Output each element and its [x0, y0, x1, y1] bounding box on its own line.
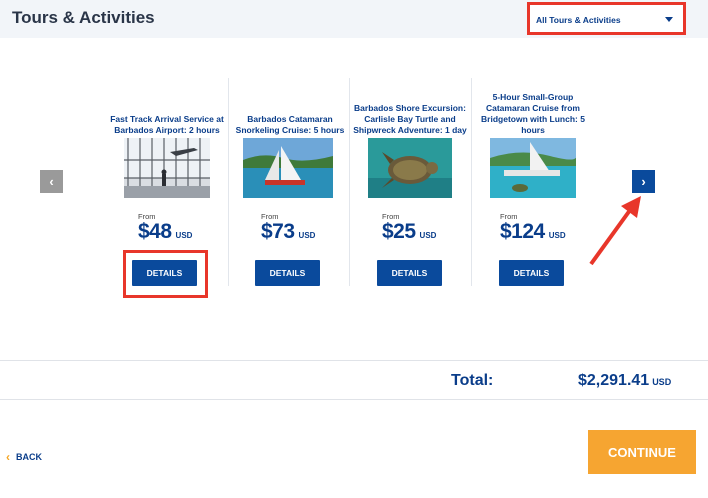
- section-divider: [0, 360, 708, 361]
- continue-button[interactable]: CONTINUE: [588, 430, 696, 474]
- tour-image-catamaran-bay[interactable]: [490, 138, 576, 198]
- tour-filter-select[interactable]: All Tours & Activities: [536, 11, 677, 28]
- details-button[interactable]: DETAILS: [255, 260, 320, 286]
- caret-down-icon: [665, 17, 673, 22]
- tour-card: 5-Hour Small-Group Catamaran Cruise from…: [472, 76, 594, 286]
- details-button[interactable]: DETAILS: [377, 260, 442, 286]
- details-button[interactable]: DETAILS: [499, 260, 564, 286]
- price-currency: USD: [548, 231, 566, 240]
- tour-title[interactable]: Barbados Shore Excursion: Carlisle Bay T…: [350, 76, 470, 136]
- price-currency: USD: [419, 231, 437, 240]
- tour-title[interactable]: 5-Hour Small-Group Catamaran Cruise from…: [472, 76, 594, 136]
- price: $124 USD: [500, 220, 566, 244]
- carousel-prev-button[interactable]: ‹: [40, 170, 63, 193]
- tour-image-airport[interactable]: [124, 138, 210, 198]
- tour-card: Barbados Shore Excursion: Carlisle Bay T…: [350, 76, 470, 286]
- chevron-left-icon: ‹: [49, 174, 54, 189]
- back-link[interactable]: ‹ BACK: [6, 450, 42, 464]
- price: $48 USD: [138, 220, 192, 244]
- chevron-left-icon: ‹: [6, 450, 10, 464]
- price-currency: USD: [175, 231, 193, 240]
- tour-image-turtle[interactable]: [368, 138, 452, 198]
- chevron-right-icon: ›: [641, 174, 646, 189]
- details-highlight: [123, 250, 208, 298]
- price: $25 USD: [382, 220, 436, 244]
- annotation-arrow-icon: [589, 196, 641, 266]
- price: $73 USD: [261, 220, 315, 244]
- price-value: $48: [138, 220, 172, 243]
- tour-title[interactable]: Fast Track Arrival Service at Barbados A…: [106, 76, 228, 136]
- total-currency: USD: [652, 377, 672, 387]
- section-divider: [0, 399, 708, 400]
- filter-selected-value: All Tours & Activities: [536, 14, 621, 25]
- total-label: Total:: [451, 372, 494, 389]
- total-amount: $2,291.41: [578, 372, 650, 389]
- filter-highlight: All Tours & Activities: [527, 2, 686, 35]
- page-header: Tours & Activities All Tours & Activitie…: [0, 0, 708, 38]
- tour-card: Barbados Catamaran Snorkeling Cruise: 5 …: [229, 76, 351, 286]
- carousel-next-button[interactable]: ›: [632, 170, 655, 193]
- price-currency: USD: [298, 231, 316, 240]
- price-value: $124: [500, 220, 545, 243]
- page-title: Tours & Activities: [12, 8, 155, 27]
- tour-title[interactable]: Barbados Catamaran Snorkeling Cruise: 5 …: [229, 76, 351, 136]
- total-value: $2,291.41 USD: [578, 372, 671, 390]
- price-value: $25: [382, 220, 416, 243]
- price-value: $73: [261, 220, 295, 243]
- back-label: BACK: [16, 452, 42, 462]
- tour-image-catamaran[interactable]: [243, 138, 333, 198]
